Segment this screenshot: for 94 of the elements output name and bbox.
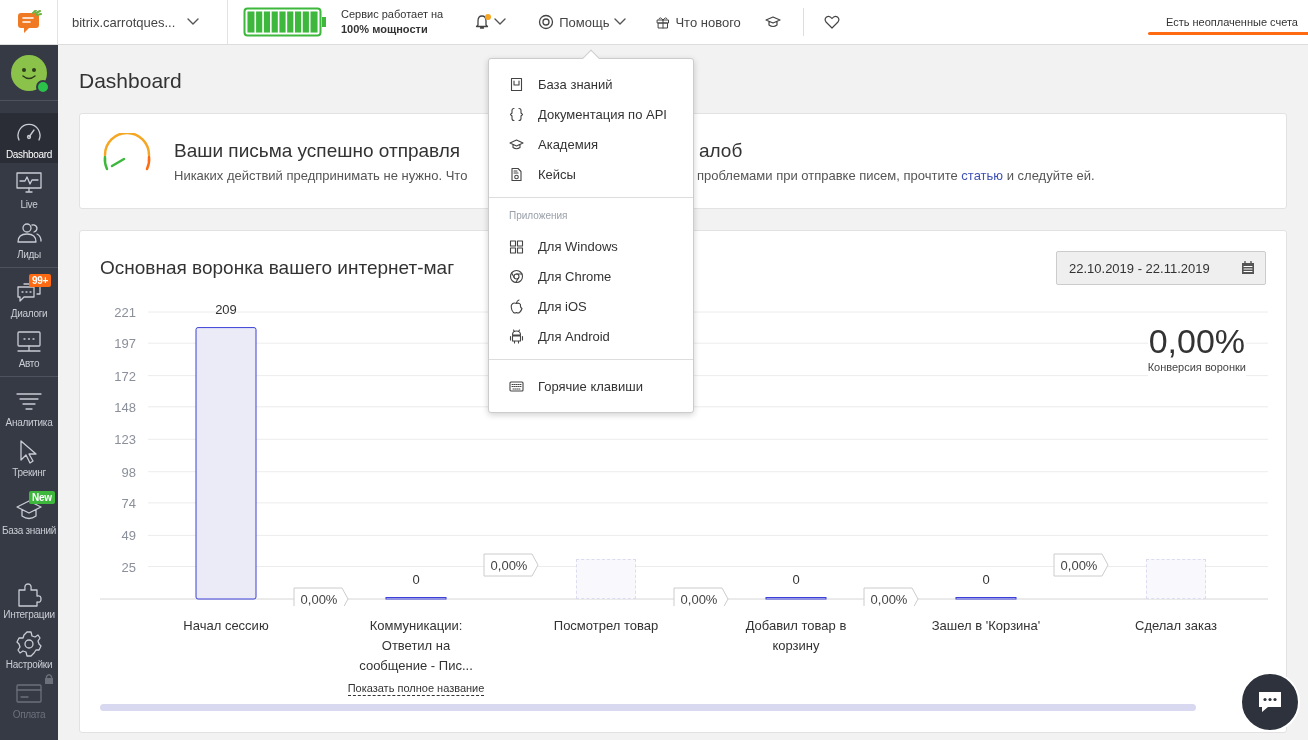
project-selector[interactable]: bitrix.carrotques... [58, 0, 228, 44]
heart-icon[interactable] [823, 15, 840, 29]
sidebar-item[interactable]: Авто [0, 322, 58, 372]
bar-value-label: 0 [792, 571, 800, 587]
bar[interactable] [955, 597, 1017, 600]
chart-title: Основная воронка вашего интернет-маг [100, 257, 455, 279]
menu-item[interactable]: База знаний [489, 69, 693, 99]
document-icon [509, 166, 524, 182]
axis-tick-label: 148 [114, 399, 136, 415]
card-text: проблемами при отправке писем, прочтите статью и следуйте ей. [697, 167, 1095, 183]
graduation-cap-icon [509, 136, 524, 152]
gift-icon [656, 15, 671, 29]
horizontal-scrollbar[interactable] [100, 704, 1196, 711]
chevron-down-icon [187, 18, 200, 26]
article-link[interactable]: статью [961, 167, 1004, 183]
axis-tick-label: 123 [114, 432, 136, 448]
conversion-label: Конверсия воронки [1147, 361, 1246, 373]
conversion-value: 0,00% [1148, 321, 1246, 361]
bar[interactable] [765, 597, 827, 600]
sidebar-item[interactable]: Настройки [0, 623, 58, 673]
axis-tick-label: 49 [121, 528, 136, 544]
bar[interactable] [195, 327, 257, 600]
count-badge: New [29, 491, 55, 504]
count-badge: 99+ [29, 274, 52, 287]
card-title: алоб [699, 139, 743, 162]
sidebar-item[interactable]: New База знаний [0, 489, 58, 539]
keyboard-icon [509, 378, 524, 394]
book-icon [509, 76, 524, 92]
menu-item[interactable]: Горячие клавиши [489, 366, 693, 406]
sidebar-item[interactable]: Live [0, 163, 58, 213]
windows-icon [509, 238, 524, 254]
chrome-icon [509, 268, 524, 284]
page-title: Dashboard [79, 69, 182, 94]
chevron-down-icon [494, 18, 507, 26]
bar-value-label: 0 [982, 571, 990, 587]
axis-tick-label: 74 [121, 495, 136, 511]
category-label: Посмотрел товар [553, 617, 659, 635]
puzzle-icon [16, 581, 42, 607]
card-title: Ваши письма успешно отправля [174, 139, 461, 161]
category-label: Зашел в 'Корзина' [931, 617, 1041, 635]
date-range-field[interactable]: 22.10.2019 - 22.11.2019 [1056, 251, 1266, 285]
sidebar-item[interactable]: Dashboard [0, 113, 58, 163]
conversion-badge: 0,00% [863, 587, 919, 606]
graduation-cap-icon[interactable] [764, 15, 781, 29]
menu-item[interactable]: Документация по API [489, 99, 693, 129]
sidebar-item[interactable]: Лиды [0, 213, 58, 263]
show-full-name-link[interactable]: Показать полное название [347, 682, 485, 696]
menu-item[interactable]: Академия [489, 129, 693, 159]
bar[interactable] [385, 597, 447, 600]
menu-item[interactable]: Для iOS [489, 291, 693, 321]
apple-icon [509, 298, 524, 314]
axis-tick-label: 197 [114, 336, 136, 352]
battery-icon [243, 7, 327, 37]
sidebar-item[interactable]: Аналитика [0, 381, 58, 431]
sidebar-item[interactable]: Интеграции [0, 573, 58, 623]
axis-tick-label: 98 [121, 464, 136, 480]
conversion-badge: 0,00% [483, 553, 539, 577]
calendar-icon [1241, 261, 1255, 275]
avatar-icon[interactable] [11, 55, 47, 91]
chevron-icon [614, 18, 627, 26]
lock-icon [44, 673, 54, 685]
sidebar-item[interactable]: Трекинг [0, 431, 58, 481]
unpaid-invoices-link[interactable]: Есть неоплаченные счета [1147, 0, 1308, 44]
bell-icon [475, 14, 490, 30]
category-label: Добавил товар в корзину [744, 617, 848, 655]
conversion-badge: 0,00% [673, 587, 729, 606]
menu-item[interactable]: Для Android [489, 321, 693, 351]
bar-value-label: 0 [412, 571, 420, 587]
help-button[interactable]: Помощь [532, 10, 633, 34]
category-label: Начал сессию [183, 617, 269, 635]
axis-tick-label: 172 [114, 368, 136, 384]
menu-item[interactable]: Для Windows [489, 231, 693, 261]
android-icon [509, 328, 524, 344]
whats-new-button[interactable]: Что нового [650, 10, 747, 34]
bar-value-label: 209 [215, 301, 237, 317]
chat-bubble-icon [1256, 689, 1284, 715]
service-status: Сервис работает на 100% мощности [341, 7, 444, 37]
gear-icon [16, 631, 42, 657]
lifebuoy-icon [538, 14, 555, 30]
menu-section-header: Приложения [508, 209, 569, 223]
menu-item[interactable]: Для Chrome [489, 261, 693, 291]
category-label: Сделал заказ [1135, 617, 1217, 635]
category-label: Коммуникации: Ответил на сообщение - Пис... [358, 617, 474, 675]
menu-item[interactable]: Кейсы [489, 159, 693, 189]
braces-icon [509, 106, 524, 122]
axis-tick-label: 25 [121, 559, 136, 575]
card-text: Никаких действий предпринимать не нужно. Что [174, 167, 468, 183]
empty-step-placeholder [1146, 559, 1206, 599]
conversion-badge: 0,00% [293, 587, 349, 606]
sidebar-item[interactable]: 99+ Диалоги [0, 272, 58, 322]
empty-step-placeholder [576, 559, 636, 599]
conversion-badge: 0,00% [1053, 553, 1109, 577]
axis-tick-label: 221 [114, 305, 136, 320]
logo-icon[interactable] [15, 10, 42, 34]
